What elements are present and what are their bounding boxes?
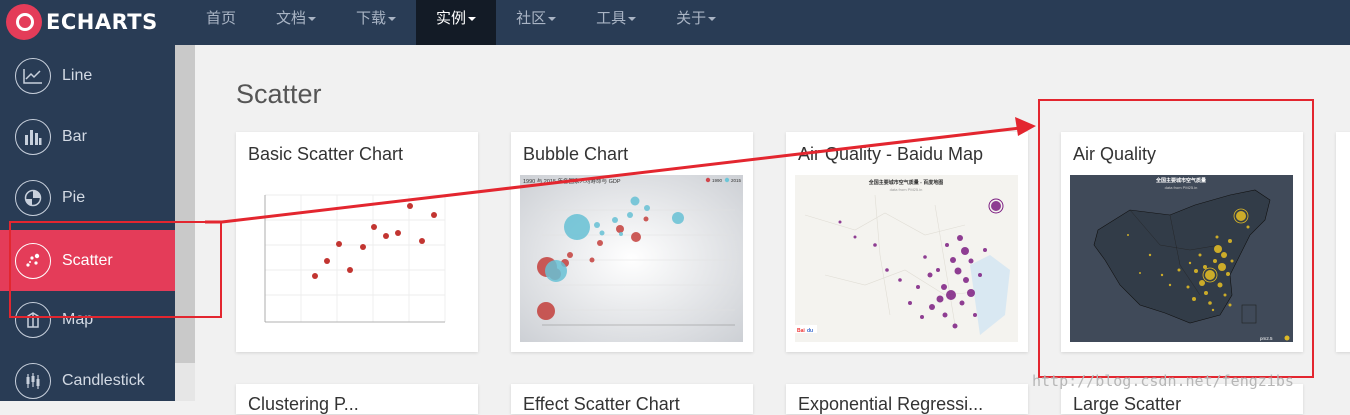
annotation-arrow (205, 117, 1036, 224)
watermark: http://blog.csdn.net/fengzibs (1032, 372, 1294, 390)
